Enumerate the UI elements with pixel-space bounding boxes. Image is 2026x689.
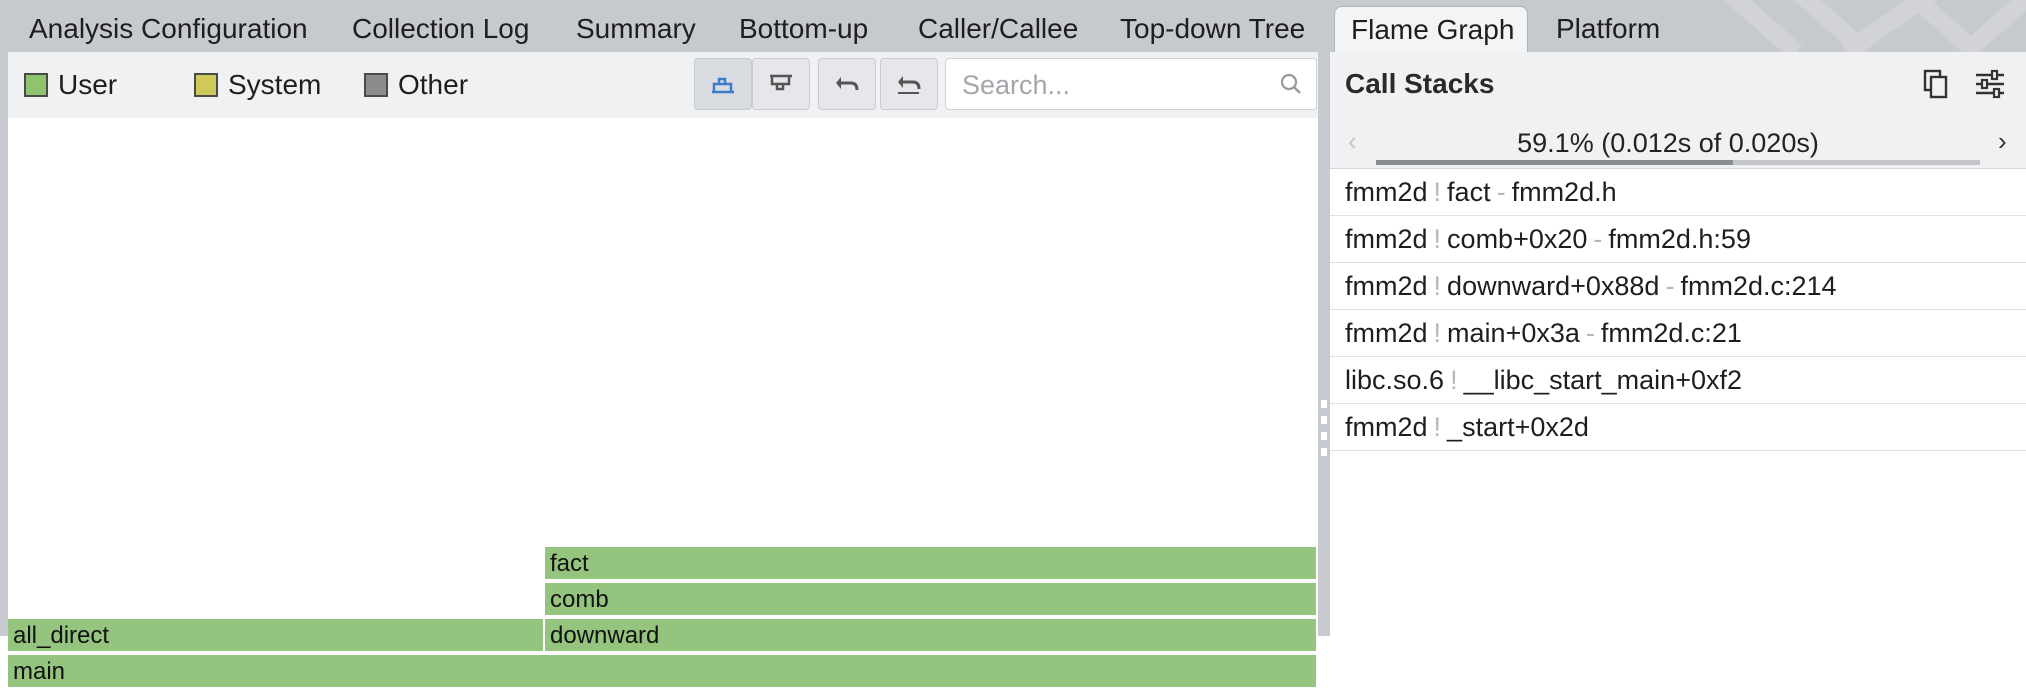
- tab-caller-callee[interactable]: Caller/Callee: [918, 6, 1078, 52]
- call-stack-row[interactable]: fmm2d! _start+0x2d: [1330, 404, 2026, 451]
- tab-collection-log[interactable]: Collection Log: [352, 6, 529, 52]
- call-stacks-title: Call Stacks: [1345, 68, 1495, 99]
- legend-user: User: [24, 68, 117, 102]
- stack-separator: !: [1433, 271, 1442, 301]
- flame-frame-all-direct[interactable]: all_direct: [8, 619, 545, 653]
- call-stack-row[interactable]: libc.so.6! __libc_start_main+0xf2: [1330, 357, 2026, 404]
- stack-separator: -: [1496, 177, 1506, 207]
- flame-graph-canvas: fact comb all_direct downward main: [8, 118, 1318, 689]
- tab-platform[interactable]: Platform: [1556, 6, 1660, 52]
- stack-module: fmm2d: [1345, 412, 1428, 442]
- legend-other: Other: [364, 68, 468, 102]
- call-stack-list: fmm2d! fact - fmm2d.h fmm2d! comb+0x20- fmm2d…: [1330, 169, 2026, 451]
- tab-analysis-configuration[interactable]: Analysis Configuration: [29, 6, 308, 52]
- stack-function: __libc_start_main+0xf2: [1463, 365, 1742, 395]
- flame-chart-icon: [712, 77, 734, 94]
- splitter-grip-dot: [1321, 432, 1327, 440]
- call-stack-scrollbar-thumb[interactable]: [1376, 160, 1733, 165]
- call-stacks-header: Call Stacks: [1330, 52, 2026, 116]
- undo-all-icon: [898, 76, 921, 94]
- flame-frame-downward[interactable]: downward: [545, 619, 1318, 653]
- call-stack-row[interactable]: fmm2d! main+0x3a - fmm2d.c:21: [1330, 310, 2026, 357]
- flame-frame-comb[interactable]: comb: [545, 583, 1318, 617]
- tab-bottom-up[interactable]: Bottom-up: [739, 6, 868, 52]
- stack-source: fmm2d.h: [1511, 177, 1617, 207]
- undo-all-button[interactable]: [880, 58, 938, 110]
- stack-module: fmm2d: [1345, 271, 1428, 301]
- stack-separator: -: [1665, 271, 1675, 301]
- flame-frame-main[interactable]: main: [8, 655, 1318, 689]
- stack-function: downward+0x88d: [1447, 271, 1660, 301]
- stack-separator: -: [1593, 224, 1603, 254]
- tab-summary[interactable]: Summary: [576, 6, 696, 52]
- icicle-chart-icon: [770, 74, 792, 91]
- tab-bar: Analysis Configuration Collection Log Su…: [0, 0, 2026, 52]
- icicle-chart-button[interactable]: [752, 58, 810, 110]
- undo-icon: [836, 77, 859, 91]
- call-stacks-pane: Call Stacks ‹ 59.1% (0.012s of 0.020s) ›…: [1330, 52, 2026, 636]
- stack-separator: !: [1433, 412, 1442, 442]
- flame-graph-toolbar: User System Other: [8, 52, 1318, 119]
- stack-separator: !: [1433, 224, 1442, 254]
- pane-splitter[interactable]: [1318, 52, 1330, 636]
- call-stack-share-text: 59.1% (0.012s of 0.020s): [1517, 128, 1819, 158]
- legend-other-label: Other: [398, 69, 469, 100]
- search-icon[interactable]: [1280, 73, 1302, 95]
- call-stack-row[interactable]: fmm2d! downward+0x88d - fmm2d.c:214: [1330, 263, 2026, 310]
- stack-function: comb+0x20: [1447, 224, 1588, 254]
- stack-function: fact: [1447, 177, 1491, 207]
- call-stack-navigator: ‹ 59.1% (0.012s of 0.020s) ›: [1330, 116, 2026, 169]
- stack-function: main+0x3a: [1447, 318, 1580, 348]
- stack-separator: !: [1433, 318, 1442, 348]
- stack-source: fmm2d.c:214: [1680, 271, 1837, 301]
- stack-separator: -: [1585, 318, 1595, 348]
- tab-top-down-tree[interactable]: Top-down Tree: [1120, 6, 1305, 52]
- stack-separator: !: [1450, 365, 1458, 395]
- splitter-grip-dot: [1321, 400, 1327, 408]
- flame-chart-button[interactable]: [694, 58, 752, 110]
- stack-module: fmm2d: [1345, 177, 1428, 207]
- stack-module: fmm2d: [1345, 318, 1428, 348]
- stack-module: fmm2d: [1345, 224, 1428, 254]
- stack-separator: !: [1433, 177, 1442, 207]
- stack-function: _start+0x2d: [1447, 412, 1589, 442]
- stack-module: libc.so.6: [1345, 365, 1445, 395]
- flame-graph-pane: User System Other Search... fact comb al…: [0, 52, 1318, 689]
- splitter-grip-dot: [1321, 416, 1327, 424]
- call-stack-row[interactable]: fmm2d! fact - fmm2d.h: [1330, 169, 2026, 216]
- copy-icon[interactable]: [1922, 68, 1950, 100]
- tab-flame-graph[interactable]: Flame Graph: [1334, 6, 1528, 52]
- decorative-background-pattern: [1723, 0, 2026, 52]
- stack-source: fmm2d.h:59: [1608, 224, 1751, 254]
- settings-sliders-icon[interactable]: [1974, 68, 2006, 100]
- legend-system-swatch: [194, 73, 218, 97]
- legend-other-swatch: [364, 73, 388, 97]
- flame-frame-fact[interactable]: fact: [545, 547, 1318, 581]
- legend-user-swatch: [24, 73, 48, 97]
- search-input[interactable]: [960, 67, 1264, 103]
- legend-system-label: System: [228, 69, 322, 100]
- legend-system: System: [194, 68, 321, 102]
- stack-source: fmm2d.c:21: [1600, 318, 1742, 348]
- next-stack-chevron-right-icon[interactable]: ›: [1998, 126, 2007, 156]
- call-stack-row[interactable]: fmm2d! comb+0x20- fmm2d.h:59: [1330, 216, 2026, 263]
- legend-user-label: User: [58, 69, 118, 100]
- search-box[interactable]: [945, 58, 1317, 110]
- call-stack-scrollbar[interactable]: [1376, 160, 1980, 165]
- undo-button[interactable]: [818, 58, 876, 110]
- splitter-grip-dot: [1321, 448, 1327, 456]
